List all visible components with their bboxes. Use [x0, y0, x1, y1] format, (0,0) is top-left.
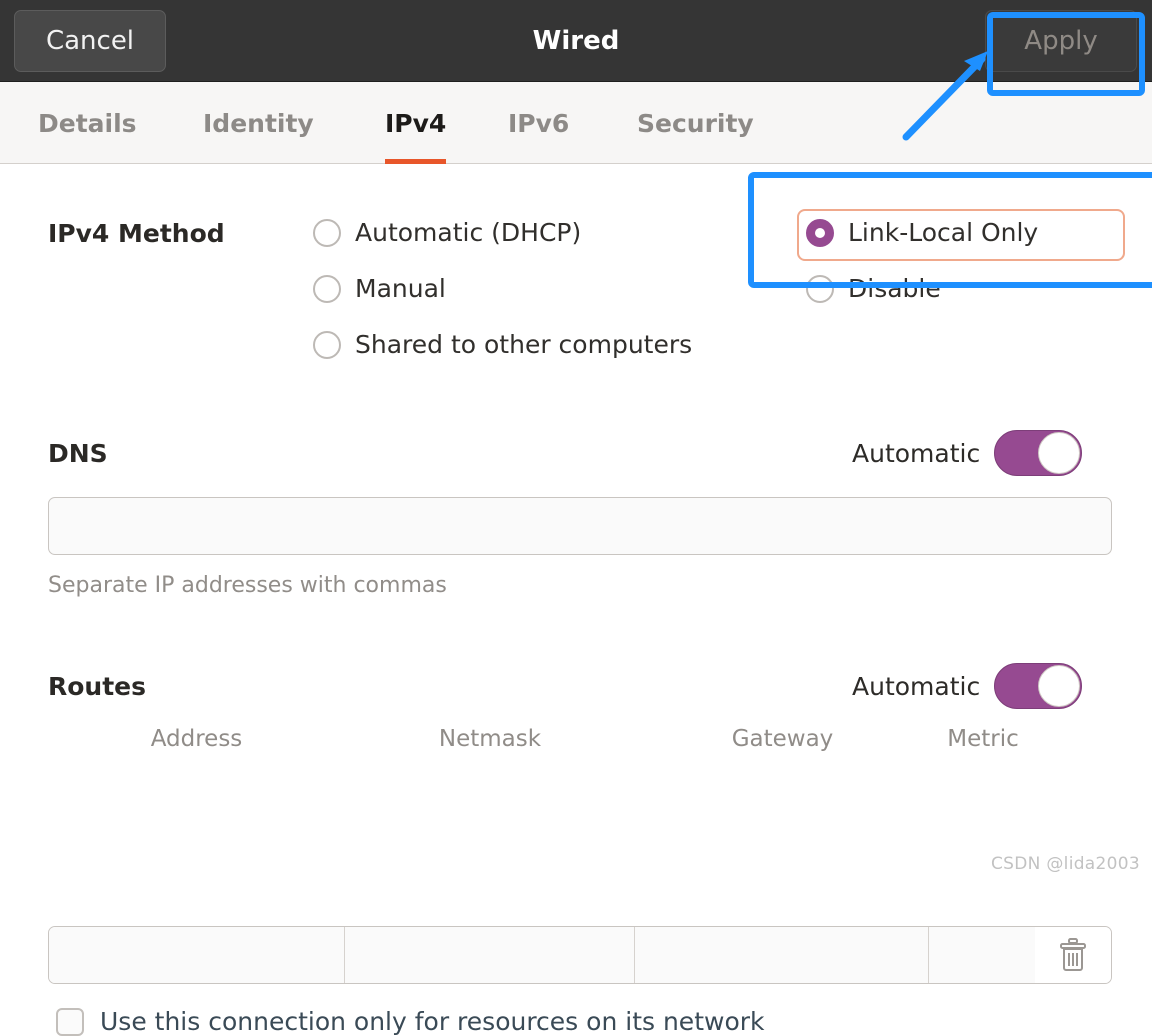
radio-automatic-dhcp[interactable]: Automatic (DHCP) — [313, 218, 581, 247]
routes-column-gateway: Gateway — [731, 726, 834, 752]
radio-indicator — [806, 218, 834, 247]
ipv4-method-label: IPv4 Method — [48, 219, 225, 248]
routes-cell-netmask[interactable] — [345, 927, 635, 983]
routes-column-netmask: Netmask — [438, 726, 542, 752]
tab-details[interactable]: Details — [38, 82, 137, 164]
routes-toggle-label: Automatic — [852, 671, 981, 701]
radio-link-local-only[interactable]: Link-Local Only — [806, 218, 1038, 247]
radio-shared-to-other-computers[interactable]: Shared to other computers — [313, 330, 692, 359]
dns-toggle-label: Automatic — [852, 438, 981, 468]
tab-identity[interactable]: Identity — [203, 82, 314, 164]
radio-disable[interactable]: Disable — [806, 274, 941, 303]
radio-indicator — [313, 330, 341, 359]
routes-cell-gateway[interactable] — [634, 927, 930, 983]
apply-button[interactable]: Apply — [985, 10, 1137, 72]
radio-manual[interactable]: Manual — [313, 274, 446, 303]
radio-indicator — [806, 274, 834, 303]
restrict-connection-label: Use this connection only for resources o… — [100, 1007, 765, 1036]
dns-automatic-toggle-group[interactable]: Automatic — [852, 430, 1083, 476]
dns-label: DNS — [48, 439, 108, 468]
routes-automatic-toggle[interactable] — [994, 663, 1083, 709]
titlebar: Cancel Wired Apply — [0, 0, 1152, 82]
window-title: Wired — [532, 26, 620, 56]
radio-label: Link-Local Only — [848, 218, 1039, 247]
tab-ipv4[interactable]: IPv4 — [385, 82, 447, 164]
toggle-knob — [1038, 432, 1081, 474]
radio-label: Shared to other computers — [355, 330, 693, 359]
cancel-button[interactable]: Cancel — [14, 10, 166, 72]
tabbar: Details Identity IPv4 IPv6 Security — [0, 82, 1152, 164]
routes-column-address: Address — [150, 726, 243, 752]
routes-table-row — [48, 926, 1112, 984]
radio-label: Disable — [848, 274, 941, 303]
routes-cell-metric[interactable] — [929, 927, 1035, 983]
dns-automatic-toggle[interactable] — [994, 430, 1083, 476]
dns-servers-input[interactable] — [48, 497, 1112, 555]
restrict-connection-checkbox[interactable] — [56, 1007, 84, 1036]
routes-column-metric: Metric — [947, 726, 1019, 752]
dns-hint-text: Separate IP addresses with commas — [48, 573, 447, 598]
ipv4-panel: IPv4 Method Automatic (DHCP) Manual Shar… — [0, 164, 1152, 1036]
routes-cell-address[interactable] — [49, 927, 346, 983]
radio-label: Automatic (DHCP) — [355, 218, 582, 247]
tab-ipv6[interactable]: IPv6 — [508, 82, 569, 164]
watermark: CSDN @lida2003 — [991, 854, 1140, 874]
tab-security[interactable]: Security — [637, 82, 754, 164]
trash-icon[interactable] — [1035, 927, 1111, 983]
toggle-knob — [1038, 665, 1081, 707]
network-settings-dialog: Cancel Wired Apply Details Identity IPv4… — [0, 0, 1152, 1036]
radio-label: Manual — [355, 274, 446, 303]
routes-label: Routes — [48, 672, 147, 701]
routes-automatic-toggle-group[interactable]: Automatic — [852, 663, 1083, 709]
radio-indicator — [313, 274, 341, 303]
radio-indicator — [313, 218, 341, 247]
restrict-connection-checkbox-row[interactable]: Use this connection only for resources o… — [56, 1007, 765, 1036]
